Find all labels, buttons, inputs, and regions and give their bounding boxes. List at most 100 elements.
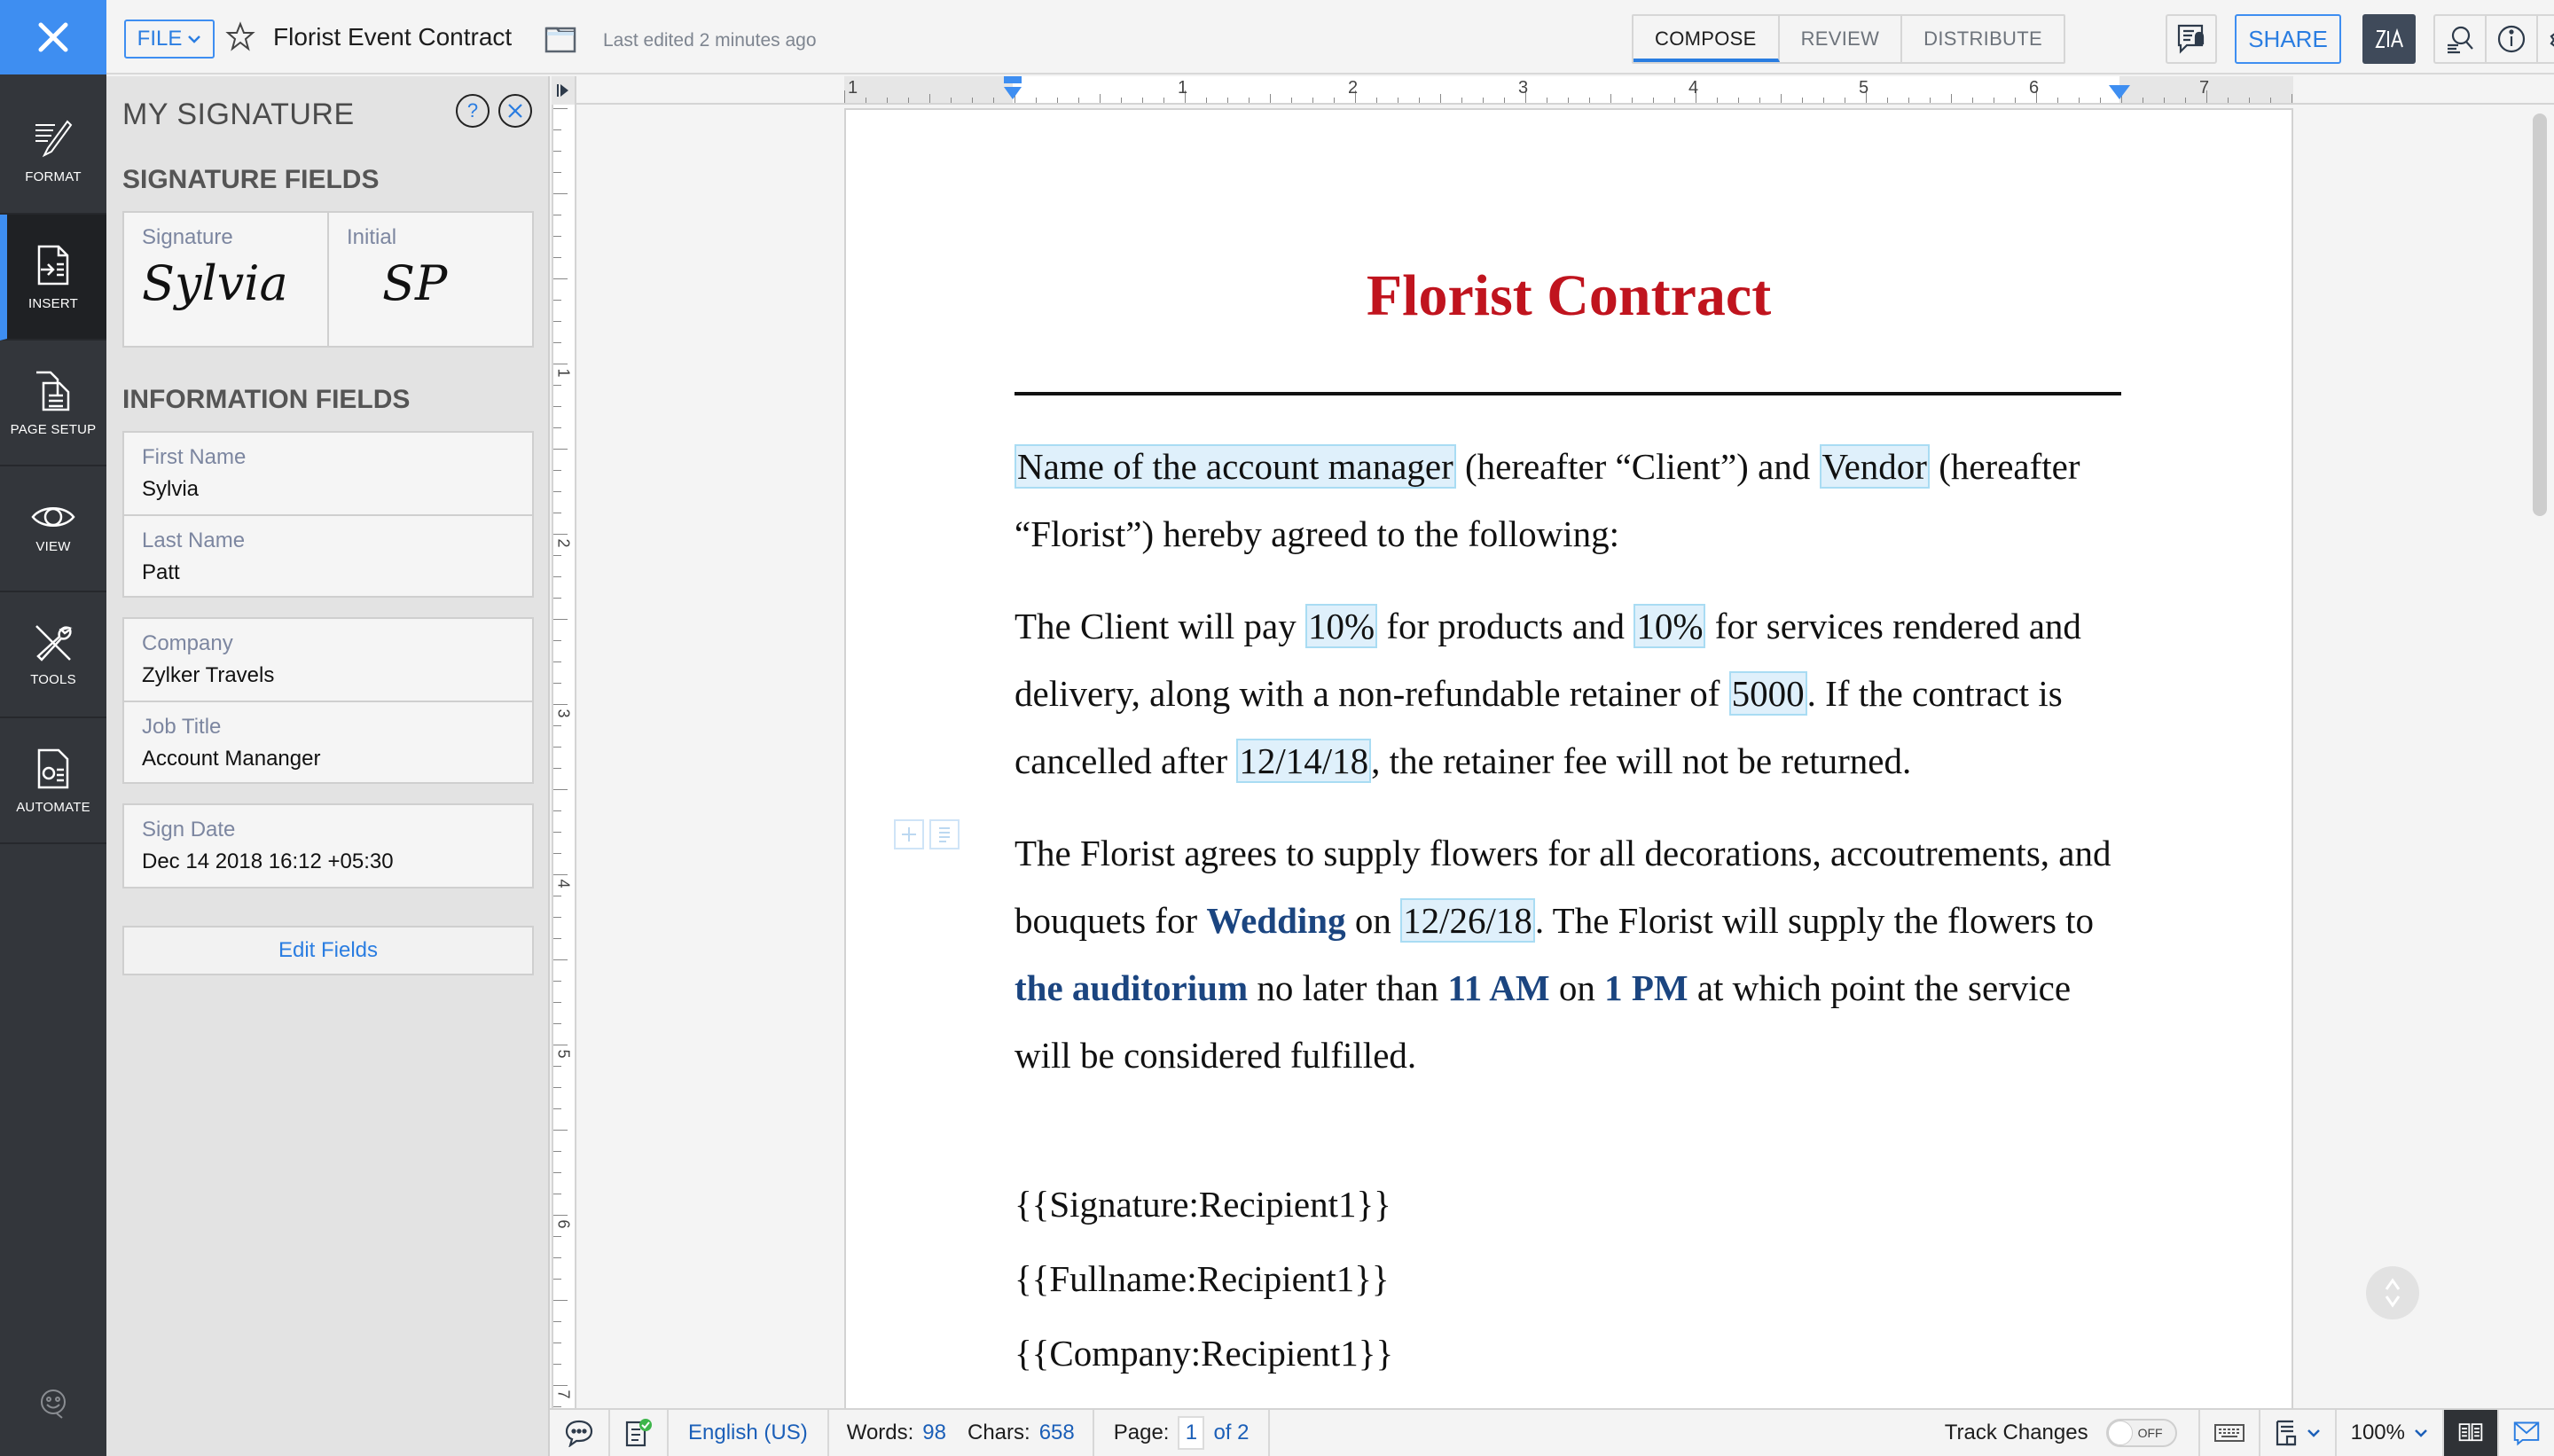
page-number-input[interactable]: 1 — [1178, 1416, 1205, 1450]
sign-date-field[interactable]: Sign Date Dec 14 2018 16:12 +05:30 — [124, 805, 532, 887]
ruler-tick — [1057, 98, 1058, 103]
merge-field[interactable]: 12/14/18 — [1236, 739, 1372, 783]
reading-mode-button[interactable] — [2444, 1410, 2499, 1456]
feedback-button[interactable] — [37, 1388, 69, 1424]
job-title-field[interactable]: Job Title Account Mananger — [124, 701, 532, 782]
company-field-group: Company Zylker Travels Job Title Account… — [122, 617, 534, 784]
merge-field[interactable]: Vendor — [1819, 444, 1930, 489]
track-changes-toggle[interactable]: OFF — [2105, 1419, 2177, 1447]
rail-item-format[interactable]: FORMAT — [0, 89, 106, 215]
ruler-label: 1 — [554, 368, 573, 378]
paragraph-menu-button[interactable] — [929, 819, 960, 849]
favorite-star-button[interactable] — [225, 21, 255, 56]
paragraph-supply[interactable]: The Florist agrees to supply flowers for… — [1015, 819, 2132, 1089]
document-heading[interactable]: Florist Contract — [846, 262, 2292, 330]
ruler-toggle-button[interactable] — [552, 76, 576, 105]
zia-assistant-button[interactable] — [2362, 14, 2416, 64]
ruler-tick — [553, 534, 568, 535]
rail-item-automate[interactable]: AUTOMATE — [0, 718, 106, 844]
feedback-smiley-icon — [41, 1389, 66, 1419]
ruler-tick — [929, 94, 930, 103]
merge-field[interactable]: 5000 — [1728, 671, 1807, 716]
file-menu-button[interactable]: FILE — [124, 20, 215, 59]
ruler-label: 2 — [554, 538, 573, 548]
field-label: Company — [142, 631, 233, 655]
tab-review[interactable]: REVIEW — [1780, 16, 1903, 62]
merge-field[interactable]: 10% — [1633, 604, 1706, 648]
ruler-tick — [553, 1087, 561, 1088]
folder-button[interactable] — [544, 25, 576, 58]
share-button[interactable]: SHARE — [2235, 14, 2341, 64]
rail-item-insert[interactable]: INSERT — [0, 215, 106, 341]
signature-cell[interactable]: Signature Sylvia — [124, 213, 327, 346]
merge-field[interactable]: Name of the account manager — [1015, 444, 1456, 489]
status-bar-right: Track Changes OFF 100% — [1931, 1410, 2554, 1456]
page-indicator: Page: 1 of 2 — [1094, 1410, 1271, 1456]
ruler-tick — [553, 1066, 561, 1067]
first-name-field[interactable]: First Name Sylvia — [124, 433, 532, 514]
help-button[interactable]: ? — [456, 94, 490, 128]
rail-item-tools[interactable]: TOOLS — [0, 592, 106, 718]
signature-placeholder[interactable]: {{Signature:Recipient1}} — [1015, 1183, 1391, 1225]
rail-item-view[interactable]: VIEW — [0, 466, 106, 592]
doc-check-button[interactable] — [610, 1410, 669, 1456]
ruler-tick — [553, 236, 561, 237]
page-navigator-button[interactable] — [2366, 1266, 2419, 1319]
ruler-label: 1 — [1178, 78, 1188, 98]
last-name-field[interactable]: Last Name Patt — [124, 514, 532, 596]
tab-compose[interactable]: COMPOSE — [1633, 16, 1780, 62]
merge-value[interactable]: Wedding — [1206, 900, 1345, 941]
merge-field[interactable]: 12/26/18 — [1400, 898, 1535, 943]
search-button[interactable] — [2435, 16, 2487, 62]
horizontal-ruler[interactable]: 1 1 2 3 4 5 6 7 — [552, 76, 2554, 105]
zoom-dropdown[interactable]: 100% — [2337, 1410, 2444, 1456]
ruler-tick — [553, 555, 561, 556]
word-count[interactable]: Words: 98 Chars: 658 — [829, 1410, 1094, 1456]
page-layout-dropdown[interactable] — [2260, 1410, 2337, 1456]
paragraph-payment[interactable]: The Client will pay 10% for products and… — [1015, 592, 2132, 795]
merge-value[interactable]: 11 AM — [1448, 967, 1550, 1008]
ruler-tick — [1759, 98, 1760, 103]
info-button[interactable] — [2487, 16, 2538, 62]
ruler-tick — [553, 619, 568, 620]
rail-item-page-setup[interactable]: PAGE SETUP — [0, 341, 106, 466]
keyboard-button[interactable] — [2200, 1410, 2260, 1456]
left-indent-marker[interactable] — [1000, 76, 1025, 103]
right-indent-marker[interactable] — [2107, 83, 2132, 103]
edit-fields-button[interactable]: Edit Fields — [122, 926, 534, 975]
document-page[interactable]: Florist Contract Name of the account man… — [844, 108, 2293, 1408]
vertical-ruler[interactable]: 1 2 3 4 5 6 7 — [552, 105, 576, 1408]
close-editor-button[interactable] — [0, 0, 106, 74]
paragraph-parties[interactable]: Name of the account manager (hereafter “… — [1015, 433, 2132, 568]
close-panel-button[interactable] — [498, 94, 532, 128]
paragraph-handle[interactable] — [894, 819, 960, 849]
feedback-mail-button[interactable] — [2499, 1410, 2554, 1456]
ruler-tick — [2249, 98, 2250, 103]
words-value: 98 — [922, 1421, 946, 1444]
settings-button[interactable] — [2538, 16, 2554, 62]
text-run: on — [1549, 967, 1605, 1008]
document-title[interactable]: Florist Event Contract — [273, 23, 512, 51]
status-bar: English (US) Words: 98 Chars: 658 Page: … — [550, 1408, 2554, 1456]
ruler-tick — [1653, 98, 1654, 103]
rail-item-label: FORMAT — [25, 168, 82, 184]
automate-icon — [37, 748, 69, 788]
track-changes: Track Changes OFF — [1931, 1410, 2200, 1456]
ruler-tick — [2100, 98, 2101, 103]
ruler-tick — [553, 661, 561, 662]
merge-value[interactable]: 1 PM — [1604, 967, 1688, 1008]
language-selector[interactable]: English (US) — [669, 1410, 829, 1456]
comments-button[interactable] — [550, 1410, 610, 1456]
add-block-button[interactable] — [894, 819, 924, 849]
ruler-track[interactable]: 1 1 2 3 4 5 6 7 — [844, 76, 2293, 103]
tab-distribute[interactable]: DISTRIBUTE — [1902, 16, 2064, 62]
notifications-button[interactable] — [2166, 14, 2217, 64]
merge-field[interactable]: 10% — [1304, 604, 1378, 648]
merge-value[interactable]: the auditorium — [1015, 967, 1248, 1008]
initial-label: Initial — [347, 225, 397, 249]
vertical-scrollbar[interactable] — [2533, 114, 2547, 516]
initial-cell[interactable]: Initial SP — [327, 213, 532, 346]
fullname-placeholder[interactable]: {{Fullname:Recipient1}} — [1015, 1257, 1390, 1300]
company-field[interactable]: Company Zylker Travels — [124, 619, 532, 701]
company-placeholder[interactable]: {{Company:Recipient1}} — [1015, 1332, 1393, 1374]
